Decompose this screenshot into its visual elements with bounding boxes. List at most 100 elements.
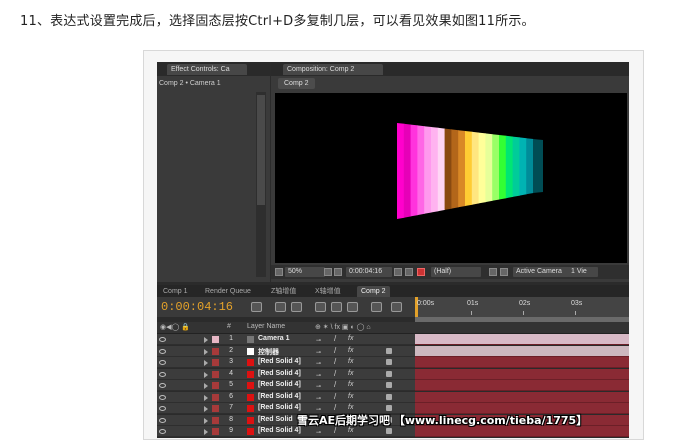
shy-layers-icon[interactable] — [315, 302, 326, 312]
fx-switch-icon[interactable]: fx — [348, 358, 353, 365]
draft-3d-icon[interactable] — [291, 302, 302, 312]
composition-breadcrumb[interactable]: Comp 2 — [278, 78, 315, 89]
frame-blending-icon[interactable] — [331, 302, 342, 312]
eye-icon[interactable] — [159, 360, 166, 365]
label-color-swatch[interactable] — [212, 428, 219, 435]
grid-toggle-icon[interactable] — [334, 268, 342, 276]
3d-layer-icon[interactable] — [386, 428, 392, 434]
tab-comp-1[interactable]: Comp 1 — [159, 286, 192, 297]
3d-layer-icon[interactable] — [386, 347, 392, 354]
shy-switch-icon[interactable]: ⊸ — [316, 383, 321, 390]
fx-switch-icon[interactable]: fx — [348, 427, 353, 434]
label-color-swatch[interactable] — [212, 347, 219, 355]
quality-switch-icon[interactable]: / — [334, 392, 336, 401]
layer-row[interactable]: 4 [Red Solid 4] ⊸ / fx — [157, 368, 629, 380]
fx-switch-icon[interactable]: fx — [348, 335, 353, 342]
timeline-timecode[interactable]: 0:00:04:16 — [161, 300, 233, 314]
label-color-swatch[interactable] — [212, 382, 219, 389]
shy-switch-icon[interactable]: ⊸ — [316, 395, 321, 402]
layer-name[interactable]: [Red Solid — [258, 416, 293, 423]
label-color-swatch[interactable] — [212, 370, 219, 378]
tab-render-queue[interactable]: Render Queue — [201, 286, 255, 297]
expand-triangle-icon[interactable] — [204, 417, 208, 424]
zoom-dropdown[interactable]: 50% — [285, 267, 325, 277]
expand-triangle-icon[interactable] — [204, 429, 208, 435]
layer-name[interactable]: [Red Solid 4] — [258, 358, 301, 365]
grid-icon[interactable] — [275, 268, 283, 276]
layer-row[interactable]: 2 控制器 ⊸ / fx — [157, 345, 629, 357]
expand-triangle-icon[interactable] — [204, 348, 208, 355]
layer-duration-bar[interactable] — [415, 357, 629, 368]
tab-effect-controls[interactable]: Effect Controls: Ca — [167, 64, 247, 75]
composition-mini-flowchart-icon[interactable] — [251, 302, 262, 312]
transparency-grid-icon[interactable] — [500, 268, 508, 276]
layer-name[interactable]: [Red Solid 4] — [258, 381, 301, 388]
3d-layer-icon[interactable] — [386, 382, 392, 388]
quality-switch-icon[interactable]: / — [334, 357, 336, 366]
fx-switch-icon[interactable]: fx — [348, 347, 353, 354]
tab-comp-2[interactable]: Comp 2 — [357, 286, 390, 297]
eye-icon[interactable] — [159, 383, 166, 388]
expand-triangle-icon[interactable] — [204, 406, 208, 412]
quality-switch-icon[interactable]: / — [334, 380, 336, 389]
label-color-swatch[interactable] — [212, 416, 219, 424]
layer-row[interactable]: 1 Camera 1 ⊸ / fx — [157, 334, 629, 345]
quality-switch-icon[interactable]: / — [334, 334, 336, 343]
eye-icon[interactable] — [159, 417, 166, 423]
scrollbar-thumb[interactable] — [257, 95, 265, 205]
views-dropdown[interactable]: 1 Vie — [568, 267, 598, 277]
brainstorm-icon[interactable] — [391, 302, 402, 312]
expand-triangle-icon[interactable] — [204, 371, 208, 378]
effect-controls-scrollbar[interactable] — [256, 92, 266, 277]
live-update-icon[interactable] — [275, 302, 286, 312]
layer-duration-bar[interactable] — [415, 368, 629, 380]
shy-switch-icon[interactable]: ⊸ — [316, 349, 321, 356]
resolution-dropdown[interactable]: (Half) — [431, 267, 481, 277]
label-color-swatch[interactable] — [212, 405, 219, 412]
label-color-swatch[interactable] — [212, 359, 219, 366]
channel-icon[interactable] — [417, 268, 425, 276]
graph-editor-icon[interactable] — [371, 302, 382, 312]
time-ruler[interactable]: 0:00s 01s 02s 03s — [415, 297, 629, 317]
layer-duration-bar[interactable] — [415, 345, 629, 357]
layer-name[interactable]: [Red Solid 4] — [258, 404, 301, 411]
snapshot-icon[interactable] — [394, 268, 402, 276]
shy-switch-icon[interactable]: ⊸ — [316, 360, 321, 367]
tab-composition[interactable]: Composition: Comp 2 — [283, 64, 383, 75]
label-color-swatch[interactable] — [212, 336, 219, 343]
region-of-interest-icon[interactable] — [489, 268, 497, 276]
shy-switch-icon[interactable]: ⊸ — [316, 337, 321, 344]
layer-duration-bar[interactable] — [415, 334, 629, 345]
eye-icon[interactable] — [159, 348, 166, 354]
3d-layer-icon[interactable] — [386, 370, 392, 377]
fx-switch-icon[interactable]: fx — [348, 393, 353, 400]
tab-z-increment[interactable]: Z轴增值 — [267, 286, 300, 297]
3d-layer-icon[interactable] — [386, 359, 392, 365]
safe-zones-icon[interactable] — [324, 268, 332, 276]
fx-switch-icon[interactable]: fx — [348, 404, 353, 411]
layer-name[interactable]: [Red Solid 4] — [258, 427, 301, 434]
eye-icon[interactable] — [159, 337, 166, 342]
fx-switch-icon[interactable]: fx — [348, 381, 353, 388]
tab-x-increment[interactable]: X轴增值 — [311, 286, 345, 297]
eye-icon[interactable] — [159, 429, 166, 434]
camera-dropdown[interactable]: Active Camera — [513, 267, 569, 277]
layer-name[interactable]: Camera 1 — [258, 335, 290, 342]
3d-layer-icon[interactable] — [386, 393, 392, 400]
layer-name[interactable]: [Red Solid 4] — [258, 393, 301, 400]
eye-icon[interactable] — [159, 406, 166, 411]
layer-duration-bar[interactable] — [415, 380, 629, 391]
layer-duration-bar[interactable] — [415, 391, 629, 403]
quality-switch-icon[interactable]: / — [334, 346, 336, 355]
layer-name-header[interactable]: Layer Name — [247, 323, 285, 330]
layer-row[interactable]: 5 [Red Solid 4] ⊸ / fx — [157, 380, 629, 391]
expand-triangle-icon[interactable] — [204, 394, 208, 401]
expand-triangle-icon[interactable] — [204, 383, 208, 389]
3d-layer-icon[interactable] — [386, 405, 392, 411]
expand-triangle-icon[interactable] — [204, 360, 208, 366]
layer-row[interactable]: 3 [Red Solid 4] ⊸ / fx — [157, 357, 629, 368]
motion-blur-icon[interactable] — [347, 302, 358, 312]
shy-switch-icon[interactable]: ⊸ — [316, 429, 321, 436]
label-color-swatch[interactable] — [212, 393, 219, 401]
layer-name[interactable]: 控制器 — [258, 347, 279, 357]
